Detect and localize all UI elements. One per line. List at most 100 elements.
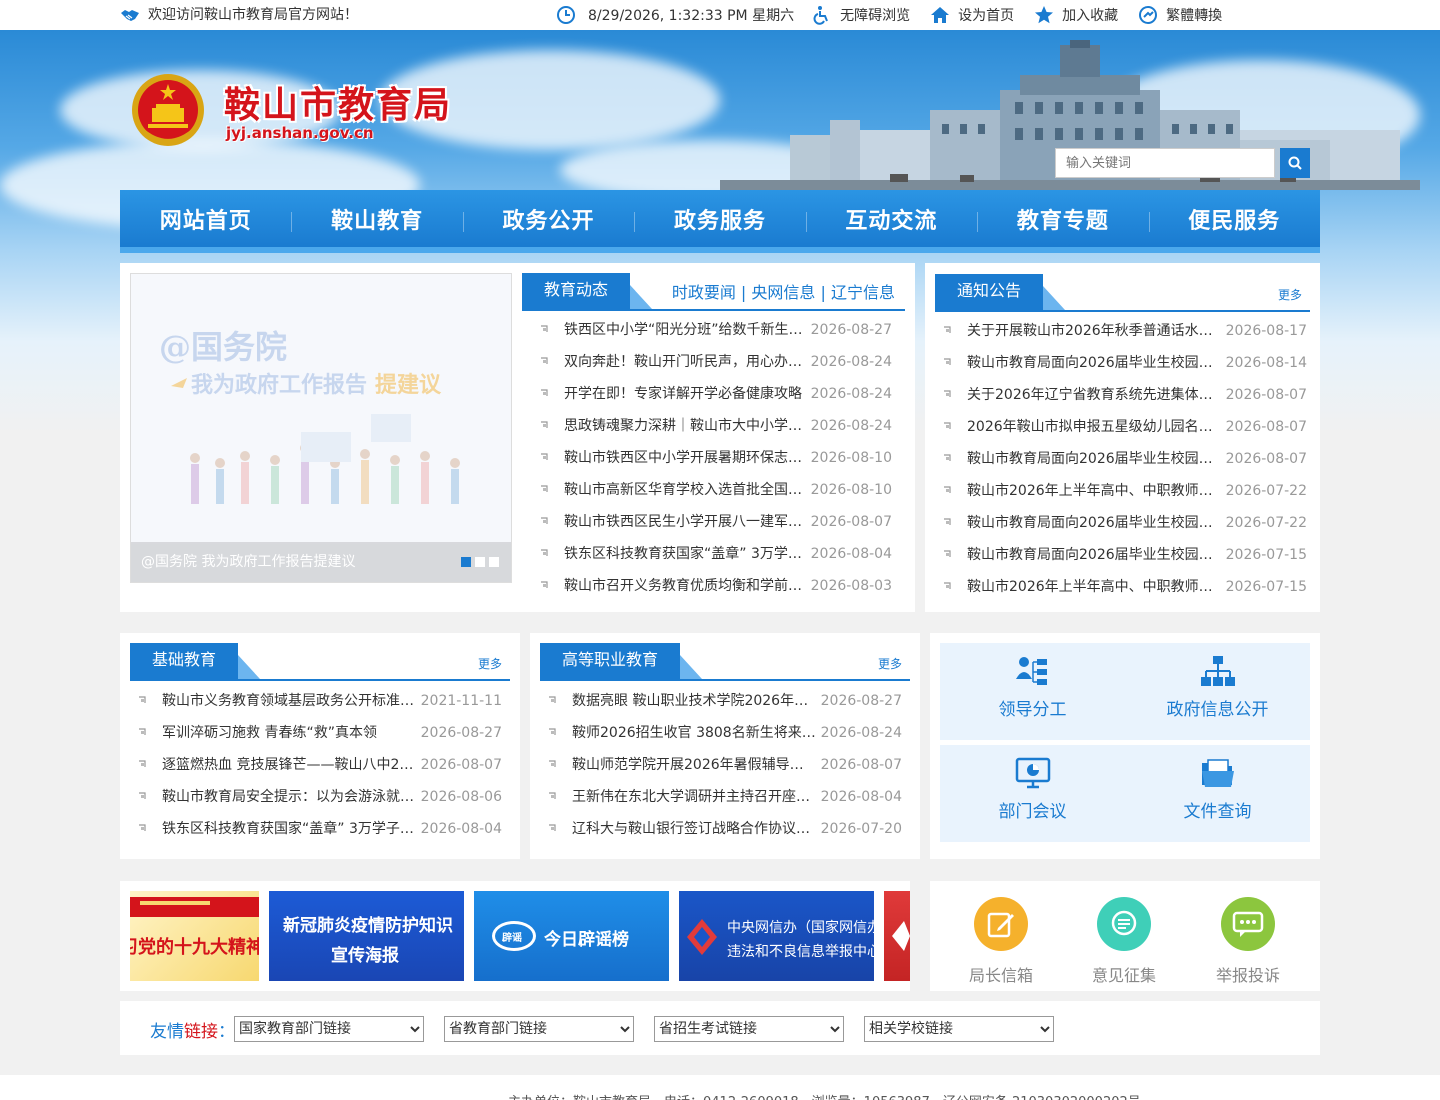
link-liaoning-info[interactable]: 辽宁信息 — [831, 283, 895, 302]
news-item[interactable]: 鞍山市教育局面向2026届毕业生校园招聘体检公告2026-07-22 — [935, 507, 1307, 539]
nav-interaction[interactable]: 互动交流 — [805, 190, 977, 247]
news-item[interactable]: 关于2026年辽宁省教育系统先进集体先进个人公示2026-08-07 — [935, 379, 1307, 411]
slider-dot-1[interactable] — [461, 557, 471, 567]
news-item[interactable]: 开学在即！专家详解开学必备健康攻略 2026-08-24 — [532, 378, 892, 410]
news-item[interactable]: 鞍山市2026年上半年高中、中职教师资格面试公告2026-07-15 — [935, 571, 1307, 603]
nav-home[interactable]: 网站首页 — [120, 190, 291, 247]
search-button[interactable] — [1280, 148, 1310, 178]
director-mailbox-button[interactable] — [974, 897, 1028, 951]
tab-notice[interactable]: 通知公告 — [935, 274, 1066, 310]
service-leader-division-label: 领导分工 — [998, 700, 1067, 720]
news-item[interactable]: 数据亮眼 鞍山职业技术学院2026年招生工作圆满结束2026-08-27 — [540, 685, 902, 717]
news-item-title: 鞍山市高新区华育学校入选首批全国示范学校 — [564, 482, 807, 498]
nav-public-service[interactable]: 便民服务 — [1148, 190, 1320, 247]
news-item-date: 2026-07-22 — [1225, 515, 1307, 531]
news-item-date: 2026-08-10 — [810, 450, 892, 466]
news-item[interactable]: 辽科大与鞍山银行签订战略合作协议并举行揭牌仪式2026-07-20 — [540, 813, 902, 845]
service-dept-meeting[interactable]: 部门会议 — [940, 745, 1125, 842]
link-central-info[interactable]: 央网信息 — [751, 283, 815, 302]
opinion-collection-button[interactable] — [1097, 897, 1151, 951]
news-item[interactable]: 鞍山市义务教育领域基层政务公开标准目录 2021-11-11 — [130, 685, 502, 717]
news-item-date: 2026-08-27 — [820, 693, 902, 709]
service-leader-division[interactable]: 领导分工 — [940, 643, 1125, 740]
search-input[interactable] — [1055, 148, 1275, 178]
news-item[interactable]: 军训淬砺习施救 青春练“救”真本领 2026-08-27 — [130, 717, 502, 749]
news-item[interactable]: 鞍山市教育局面向2026届毕业生校园招聘拟聘用人员公示2026-08-07 — [935, 443, 1307, 475]
notice-more-link[interactable]: 更多 — [1278, 286, 1302, 303]
bullet-icon — [139, 792, 146, 799]
service-document-query[interactable]: 文件查询 — [1125, 745, 1310, 842]
banner-partial-next[interactable] — [884, 891, 910, 981]
select-exam-links[interactable]: 省招生考试链接 — [654, 1016, 844, 1042]
news-item-title: 思政铸魂聚力深耕｜鞍山市大中小学思政课一体化建设 — [564, 418, 807, 434]
news-item-title: 鞍山市教育局安全提示：以为会游泳就安全？ — [162, 789, 417, 805]
favorite-link[interactable]: 加入收藏 — [1034, 5, 1118, 25]
news-item-date: 2026-08-04 — [810, 546, 892, 562]
slider-caption[interactable]: @国务院 我为政府工作报告提建议 — [131, 542, 511, 582]
opinion-collection-label: 意见征集 — [1091, 966, 1156, 985]
news-item[interactable]: 鞍山市铁西区中小学开展暑期环保志愿服务活动2026-08-10 — [532, 442, 892, 474]
news-item[interactable]: 关于开展鞍山市2026年秋季普通话水平测试的通知2026-08-17 — [935, 315, 1307, 347]
select-national-edu-links[interactable]: 国家教育部门链接 — [234, 1016, 424, 1042]
news-item[interactable]: 鞍山师范学院开展2026年暑假辅导员家访活动2026-08-07 — [540, 749, 902, 781]
news-item[interactable]: 鞍山市2026年上半年高中、中职教师资格认定公告2026-07-22 — [935, 475, 1307, 507]
news-item[interactable]: 鞍山市教育局面向2026届毕业生校园招聘面试公告2026-07-15 — [935, 539, 1307, 571]
news-item[interactable]: 鞍师2026招生收官 3808名新生将来鞍报到 2026-08-24 — [540, 717, 902, 749]
link-politics-news[interactable]: 时政要闻 — [672, 283, 736, 302]
banner-illegal-report[interactable]: 中央网信办（国家网信办） 违法和不良信息举报中心 — [679, 891, 874, 981]
news-item-date: 2026-08-24 — [810, 386, 892, 402]
accessibility-link[interactable]: 无障碍浏览 — [812, 5, 910, 25]
report-complaint-button[interactable] — [1221, 897, 1275, 951]
tab-edu-news[interactable]: 教育动态 — [522, 273, 653, 309]
service-gov-info[interactable]: 政府信息公开 — [1125, 643, 1310, 740]
banner-epidemic-poster[interactable]: 新冠肺炎疫情防护知识 宣传海报 — [269, 891, 464, 981]
news-item[interactable]: 王新伟在东北大学调研并主持召开座谈会 2026-08-04 — [540, 781, 902, 813]
select-school-links[interactable]: 相关学校链接 — [864, 1016, 1054, 1042]
news-item-title: 关于2026年辽宁省教育系统先进集体先进个人公示 — [967, 387, 1222, 403]
news-item-title: 鞍师2026招生收官 3808名新生将来鞍报到 — [572, 725, 817, 741]
message-icon — [1232, 911, 1264, 937]
news-item[interactable]: 鞍山市高新区华育学校入选首批全国示范学校2026-08-10 — [532, 474, 892, 506]
nav-government-affairs[interactable]: 政务公开 — [462, 190, 634, 247]
news-item[interactable]: 双向奔赴！鞍山开门听民声，用心办好民生实事2026-08-24 — [532, 346, 892, 378]
traditional-chinese-link[interactable]: 繁體轉換 — [1138, 5, 1222, 25]
banner-party-congress[interactable]: 习党的十九大精神 — [130, 891, 259, 981]
nav-education-topics[interactable]: 教育专题 — [977, 190, 1148, 247]
news-item-title: 逐篮燃热血 竞技展锋芒——鞍山八中2026年篮球联赛 — [162, 757, 417, 773]
main-nav: 网站首页 鞍山教育 政务公开 政务服务 互动交流 教育专题 便民服务 — [120, 190, 1320, 253]
edu-news-links: 时政要闻 | 央网信息 | 辽宁信息 — [671, 283, 895, 302]
tab-basic-edu[interactable]: 基础教育 — [130, 643, 261, 679]
search-icon — [1288, 156, 1302, 170]
slider-dot-2[interactable] — [475, 557, 485, 567]
bullet-icon — [944, 326, 951, 333]
news-item-date: 2026-08-27 — [810, 322, 892, 338]
set-home-link[interactable]: 设为首页 — [930, 5, 1014, 25]
tab-higher-edu[interactable]: 高等职业教育 — [540, 643, 703, 679]
select-provincial-edu-links[interactable]: 省教育部门链接 — [444, 1016, 634, 1042]
nav-government-service[interactable]: 政务服务 — [634, 190, 805, 247]
news-item[interactable]: 鞍山市召开义务教育优质均衡和学前教育普及普惠工作会议2026-08-03 — [532, 570, 892, 602]
news-item[interactable]: 2026年鞍山市拟申报五星级幼儿园名单公示 2026-08-07 — [935, 411, 1307, 443]
higher-edu-more-link[interactable]: 更多 — [878, 655, 902, 672]
nav-anshan-education[interactable]: 鞍山教育 — [291, 190, 462, 247]
news-item[interactable]: 铁东区科技教育获国家“盖章” 3万学子科技梦2026-08-04 — [532, 538, 892, 570]
news-item[interactable]: 逐篮燃热血 竞技展锋芒——鞍山八中2026年篮球联赛2026-08-07 — [130, 749, 502, 781]
news-item[interactable]: 鞍山市铁西区民生小学开展八一建军节主题活动2026-08-07 — [532, 506, 892, 538]
news-item[interactable]: 铁西区中小学“阳光分班”给数千新生家长吃下定心丸2026-08-27 — [532, 314, 892, 346]
news-item[interactable]: 鞍山市教育局安全提示：以为会游泳就安全？ 2026-08-06 — [130, 781, 502, 813]
news-item[interactable]: 铁东区科技教育获国家“盖章” 3万学子科技梦2026-08-04 — [130, 813, 502, 845]
news-item-title: 鞍山市教育局面向2026届毕业生校园招聘面试公告 — [967, 547, 1222, 563]
report-complaint-label: 举报投诉 — [1215, 966, 1280, 985]
news-item[interactable]: 鞍山市教育局面向2026届毕业生校园招聘公告2026-08-14 — [935, 347, 1307, 379]
bullet-icon — [541, 517, 548, 524]
slider-dot-3[interactable] — [489, 557, 499, 567]
higher-edu-header: 高等职业教育 更多 — [540, 643, 910, 681]
news-item[interactable]: 思政铸魂聚力深耕｜鞍山市大中小学思政课一体化建设2026-08-24 — [532, 410, 892, 442]
bullet-icon — [944, 358, 951, 365]
news-item-title: 鞍山市铁西区中小学开展暑期环保志愿服务活动 — [564, 450, 807, 466]
bullet-icon — [549, 728, 556, 735]
basic-edu-more-link[interactable]: 更多 — [478, 655, 502, 672]
bullet-icon — [944, 390, 951, 397]
banner-rumor-refute[interactable]: 辟谣 今日辟谣榜 — [474, 891, 669, 981]
image-slider[interactable]: @国务院 我为政府工作报告 提建议 @国务院 我为政府工作报告提建议 — [130, 273, 512, 583]
